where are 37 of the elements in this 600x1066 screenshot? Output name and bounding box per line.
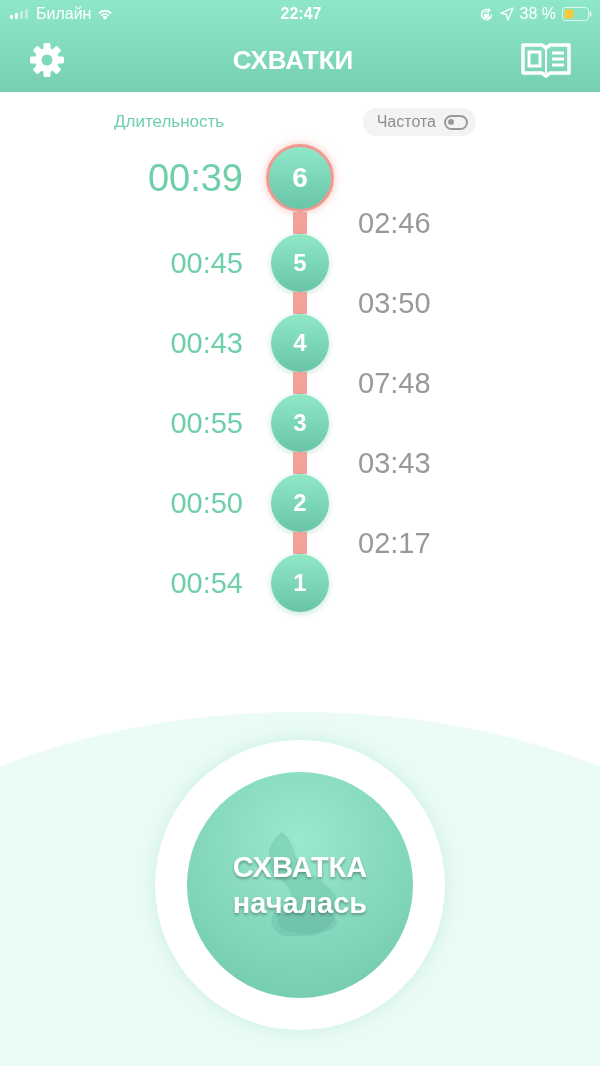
contraction-interval: 02:46 <box>358 212 431 234</box>
switch-icon <box>444 114 468 130</box>
contraction-number[interactable]: 5 <box>271 234 329 292</box>
contraction-duration: 00:50 <box>169 486 243 520</box>
contraction-duration: 00:55 <box>169 406 243 440</box>
wifi-icon <box>97 8 114 20</box>
contraction-duration: 00:45 <box>169 246 243 280</box>
contraction-interval: 02:17 <box>358 532 431 554</box>
book-icon[interactable] <box>520 41 572 79</box>
contraction-interval: 03:43 <box>358 452 431 474</box>
contraction-duration: 00:43 <box>169 326 243 360</box>
contraction-number[interactable]: 6 <box>266 144 334 212</box>
connector <box>293 212 307 234</box>
contraction-number[interactable]: 4 <box>271 314 329 372</box>
contraction-interval: 07:48 <box>358 372 431 394</box>
battery-icon <box>562 7 592 21</box>
signal-icon <box>10 9 30 19</box>
contraction-duration: 00:39 <box>146 156 243 200</box>
contraction-duration: 00:54 <box>169 566 243 600</box>
start-contraction-button[interactable]: СХВАТКА началась <box>187 772 413 998</box>
rotation-lock-icon <box>478 6 494 22</box>
duration-column-label: Длительность <box>114 112 225 132</box>
screen-title: СХВАТКИ <box>232 44 354 76</box>
contraction-number[interactable]: 3 <box>271 394 329 452</box>
carrier-name: Билайн <box>36 5 92 23</box>
connector <box>293 292 307 314</box>
connector <box>293 452 307 474</box>
clock-time: 22:47 <box>280 5 322 23</box>
settings-icon[interactable] <box>28 41 66 79</box>
location-arrow-icon <box>499 7 514 21</box>
battery-percent: 38 % <box>519 5 556 23</box>
frequency-toggle[interactable]: Частота <box>362 108 476 136</box>
connector <box>293 532 307 554</box>
contraction-number[interactable]: 1 <box>271 554 329 612</box>
contraction-number[interactable]: 2 <box>271 474 329 532</box>
connector <box>293 372 307 394</box>
contraction-interval: 03:50 <box>358 292 431 314</box>
